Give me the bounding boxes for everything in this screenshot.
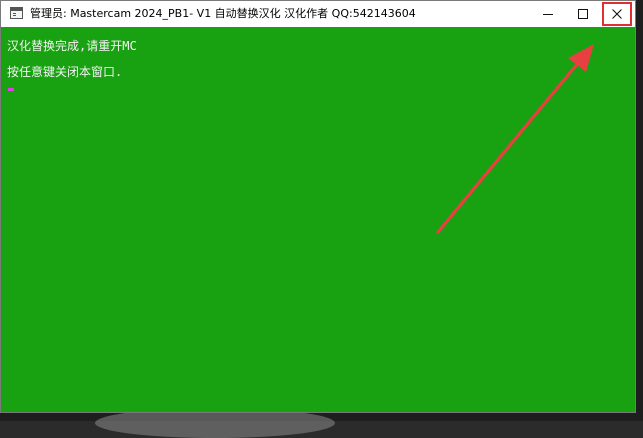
close-button[interactable] [602,2,632,26]
console-window: 管理员: Mastercam 2024_PB1- V1 自动替换汉化 汉化作者 … [0,0,636,413]
window-title: 管理员: Mastercam 2024_PB1- V1 自动替换汉化 汉化作者 … [30,7,416,20]
title-bar[interactable]: 管理员: Mastercam 2024_PB1- V1 自动替换汉化 汉化作者 … [1,1,635,27]
minimize-button[interactable] [531,1,565,27]
text-cursor [8,88,14,91]
console-line-complete: 汉化替换完成,请重开MC [7,39,137,53]
close-icon [612,9,622,19]
console-output-area[interactable]: 汉化替换完成,请重开MC 按任意键关闭本窗口. [1,27,635,412]
console-app-icon[interactable] [10,7,23,19]
console-line-press-any-key: 按任意键关闭本窗口. [7,65,123,79]
minimize-icon [543,14,553,15]
maximize-icon [578,9,588,19]
maximize-button[interactable] [566,1,600,27]
